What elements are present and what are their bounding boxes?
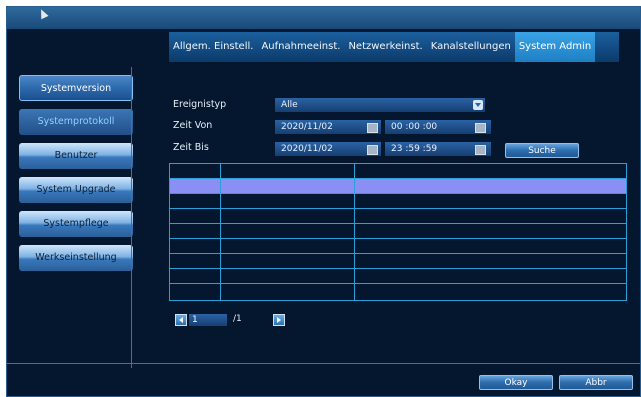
time-from-date-value: 2020/11/02 (281, 122, 333, 132)
table-row-divider (170, 208, 626, 209)
calendar-icon[interactable] (367, 123, 378, 133)
time-to-time-value: 23 :59 :59 (391, 144, 438, 154)
log-table (169, 163, 627, 301)
calendar-icon[interactable] (367, 145, 378, 155)
sidebar-item-system-upgrade[interactable]: System Upgrade (19, 177, 133, 203)
ok-button[interactable]: Okay (479, 375, 553, 390)
time-to-date-value: 2020/11/02 (281, 144, 333, 154)
sidebar-item-users[interactable]: Benutzer (19, 143, 133, 169)
table-column-divider (220, 164, 221, 300)
cancel-button[interactable]: Abbr (559, 375, 633, 390)
table-row-divider (170, 253, 626, 254)
tab-network-settings[interactable]: Netzwerkeinst. (344, 32, 427, 62)
event-type-value: Alle (281, 100, 298, 110)
sidebar-divider (131, 67, 132, 368)
sidebar-item-factory-reset[interactable]: Werkseinstellung (19, 245, 133, 271)
mouse-cursor-icon (37, 7, 49, 20)
time-from-date-field[interactable]: 2020/11/02 (275, 120, 381, 134)
tab-channel-settings[interactable]: Kanalstellungen (426, 32, 515, 62)
event-type-select[interactable]: Alle (275, 98, 485, 112)
event-type-label: Ereignistyp (173, 99, 227, 110)
sidebar-item-system-maintenance[interactable]: Systempflege (19, 211, 133, 237)
dropdown-arrow-icon (473, 100, 483, 110)
previous-page-button[interactable] (175, 314, 187, 326)
tabs: Allgem. Einstell. Aufnahmeeinst. Netzwer… (169, 32, 596, 62)
clock-icon[interactable] (475, 145, 486, 155)
chevron-right-icon (277, 317, 281, 323)
sidebar-item-system-version[interactable]: Systemversion (19, 75, 133, 101)
time-to-label: Zeit Bis (173, 142, 209, 153)
title-bar (7, 7, 640, 29)
table-row-divider (170, 268, 626, 269)
next-page-button[interactable] (273, 314, 285, 326)
tab-general-settings[interactable]: Allgem. Einstell. (169, 32, 258, 62)
table-row-divider (170, 193, 626, 194)
table-column-divider (354, 164, 355, 300)
page-total: /1 (233, 314, 242, 324)
settings-window: Allgem. Einstell. Aufnahmeeinst. Netzwer… (6, 6, 641, 397)
table-row-divider (170, 223, 626, 224)
table-row-selected[interactable] (170, 179, 626, 193)
tab-recording-settings[interactable]: Aufnahmeeinst. (257, 32, 345, 62)
clock-icon[interactable] (475, 123, 486, 133)
table-row-divider (170, 178, 626, 179)
footer-divider (7, 363, 640, 364)
time-to-date-field[interactable]: 2020/11/02 (275, 142, 381, 156)
tab-system-admin[interactable]: System Admin (514, 32, 596, 62)
chevron-left-icon (179, 317, 183, 323)
sidebar-item-system-log[interactable]: Systemprotokoll (19, 109, 133, 135)
search-button[interactable]: Suche (505, 143, 579, 158)
time-from-time-value: 00 :00 :00 (391, 122, 438, 132)
table-row-divider (170, 238, 626, 239)
sidebar: Systemversion Systemprotokoll Benutzer S… (19, 75, 133, 279)
time-from-label: Zeit Von (173, 120, 213, 131)
table-row-divider (170, 283, 626, 284)
page-number-input[interactable]: 1 (189, 314, 227, 326)
